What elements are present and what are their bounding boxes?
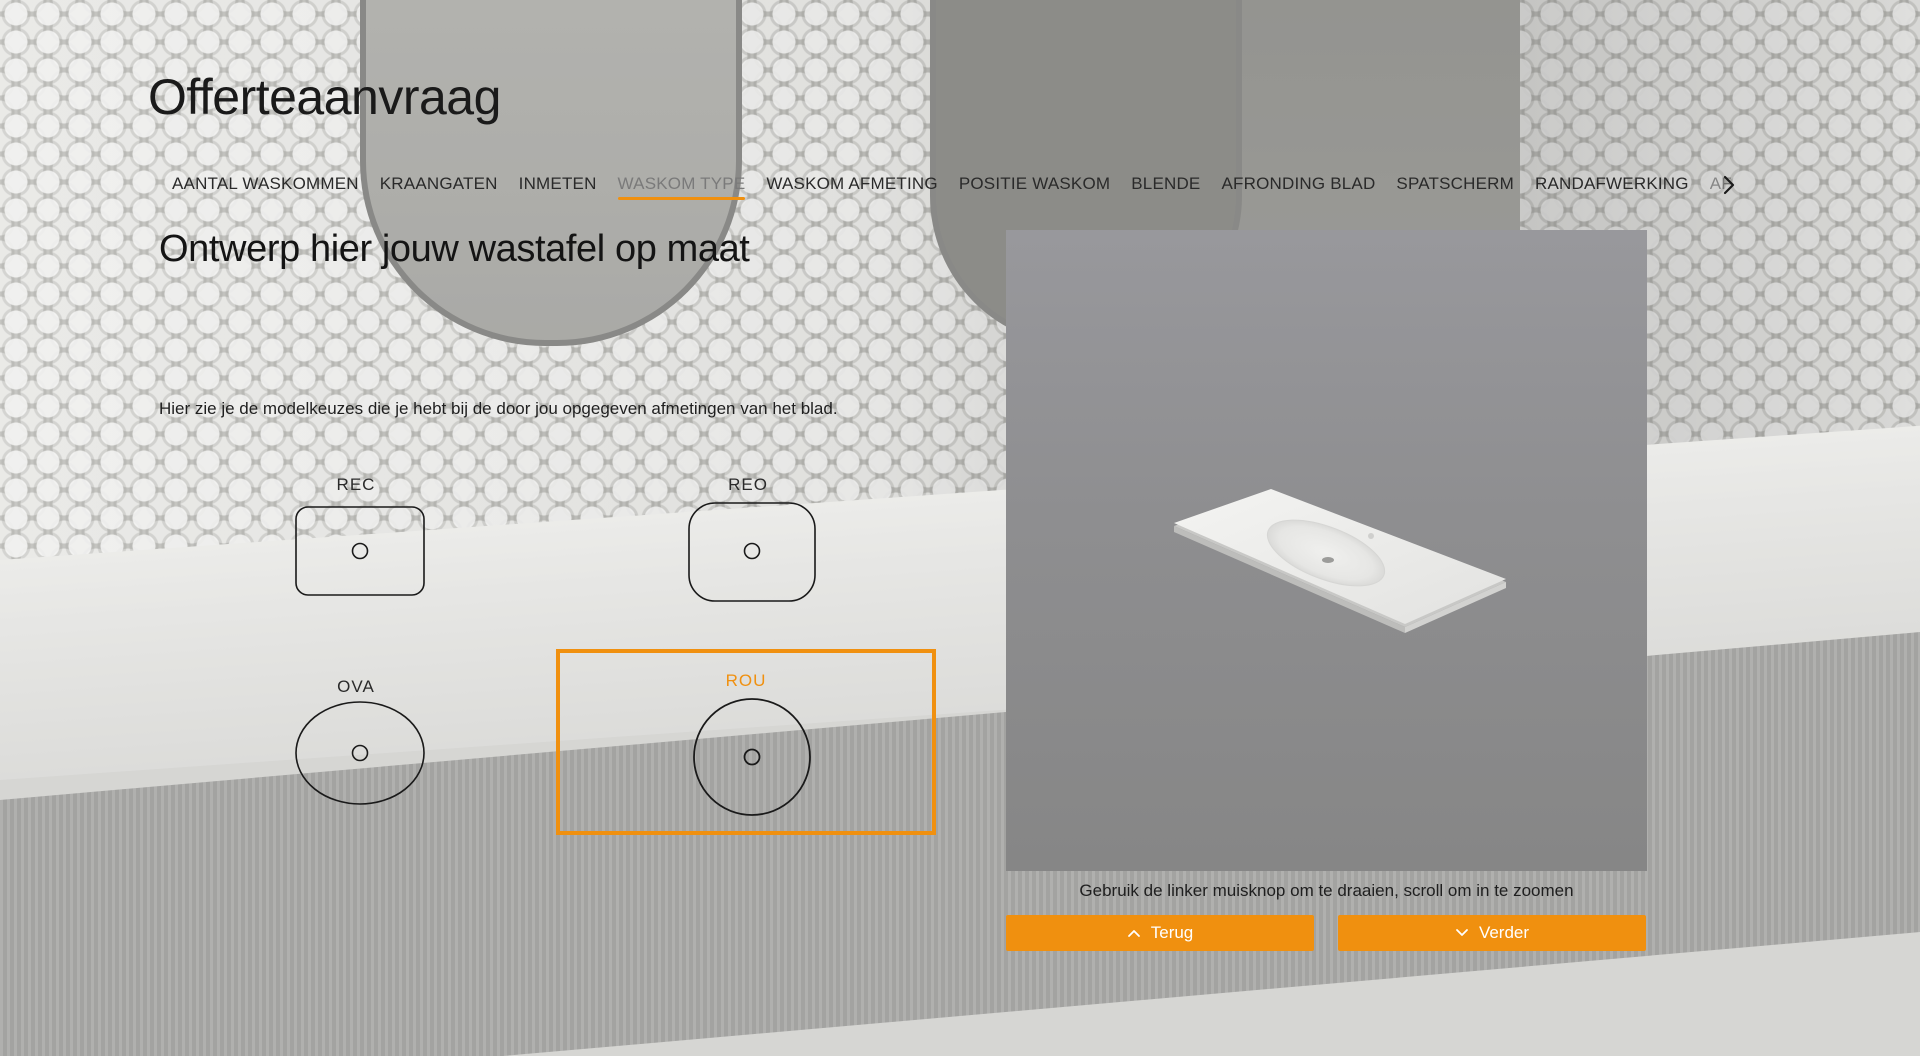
viewer-hint: Gebruik de linker muisknop om te draaien…	[1079, 881, 1574, 900]
rou-shape-icon	[693, 698, 811, 816]
basin-option-ova[interactable]: OVA	[166, 655, 546, 841]
step-tabs: AANTAL WASKOMMEN KRAANGATEN INMETEN WASK…	[172, 174, 1732, 214]
tab-positie-waskom[interactable]: POSITIE WASKOM	[959, 174, 1110, 200]
tabs-next-button[interactable]	[1718, 172, 1740, 198]
tab-inmeten[interactable]: INMETEN	[519, 174, 597, 200]
3d-sink-viewer[interactable]	[1006, 230, 1647, 871]
chevron-down-icon	[1456, 929, 1468, 936]
sink-top-3d-model	[1174, 489, 1506, 633]
section-headline: Ontwerp hier jouw wastafel op maat	[159, 228, 750, 270]
basin-option-rec[interactable]: REC	[166, 453, 546, 639]
tab-aantal-waskommen[interactable]: AANTAL WASKOMMEN	[172, 174, 359, 200]
tab-afronding-blad[interactable]: AFRONDING BLAD	[1221, 174, 1375, 200]
tab-waskom-type[interactable]: WASKOM TYPE	[617, 174, 746, 200]
next-button-label: Verder	[1478, 923, 1530, 942]
tab-kraangaten[interactable]: KRAANGATEN	[380, 174, 498, 200]
tab-waskom-afmeting[interactable]: WASKOM AFMETING	[766, 174, 937, 200]
reo-shape-icon	[688, 502, 816, 602]
tab-blende[interactable]: BLENDE	[1131, 174, 1200, 200]
chevron-right-icon	[1723, 175, 1735, 195]
chevron-up-icon	[1127, 930, 1140, 937]
intro-text: Hier zie je de modelkeuzes die je hebt b…	[159, 399, 838, 418]
back-button[interactable]: Terug	[1006, 915, 1314, 951]
tab-randafwerking[interactable]: RANDAFWERKING	[1535, 174, 1689, 200]
ova-shape-icon	[295, 701, 425, 805]
basin-option-rou[interactable]: ROU	[556, 649, 936, 835]
back-button-label: Terug	[1150, 923, 1194, 942]
tab-spatscherm[interactable]: SPATSCHERM	[1396, 174, 1514, 200]
page-title: Offerteaanvraag	[148, 69, 501, 125]
next-button[interactable]: Verder	[1338, 915, 1646, 951]
rec-shape-icon	[295, 506, 425, 596]
basin-option-reo[interactable]: REO	[558, 453, 938, 639]
